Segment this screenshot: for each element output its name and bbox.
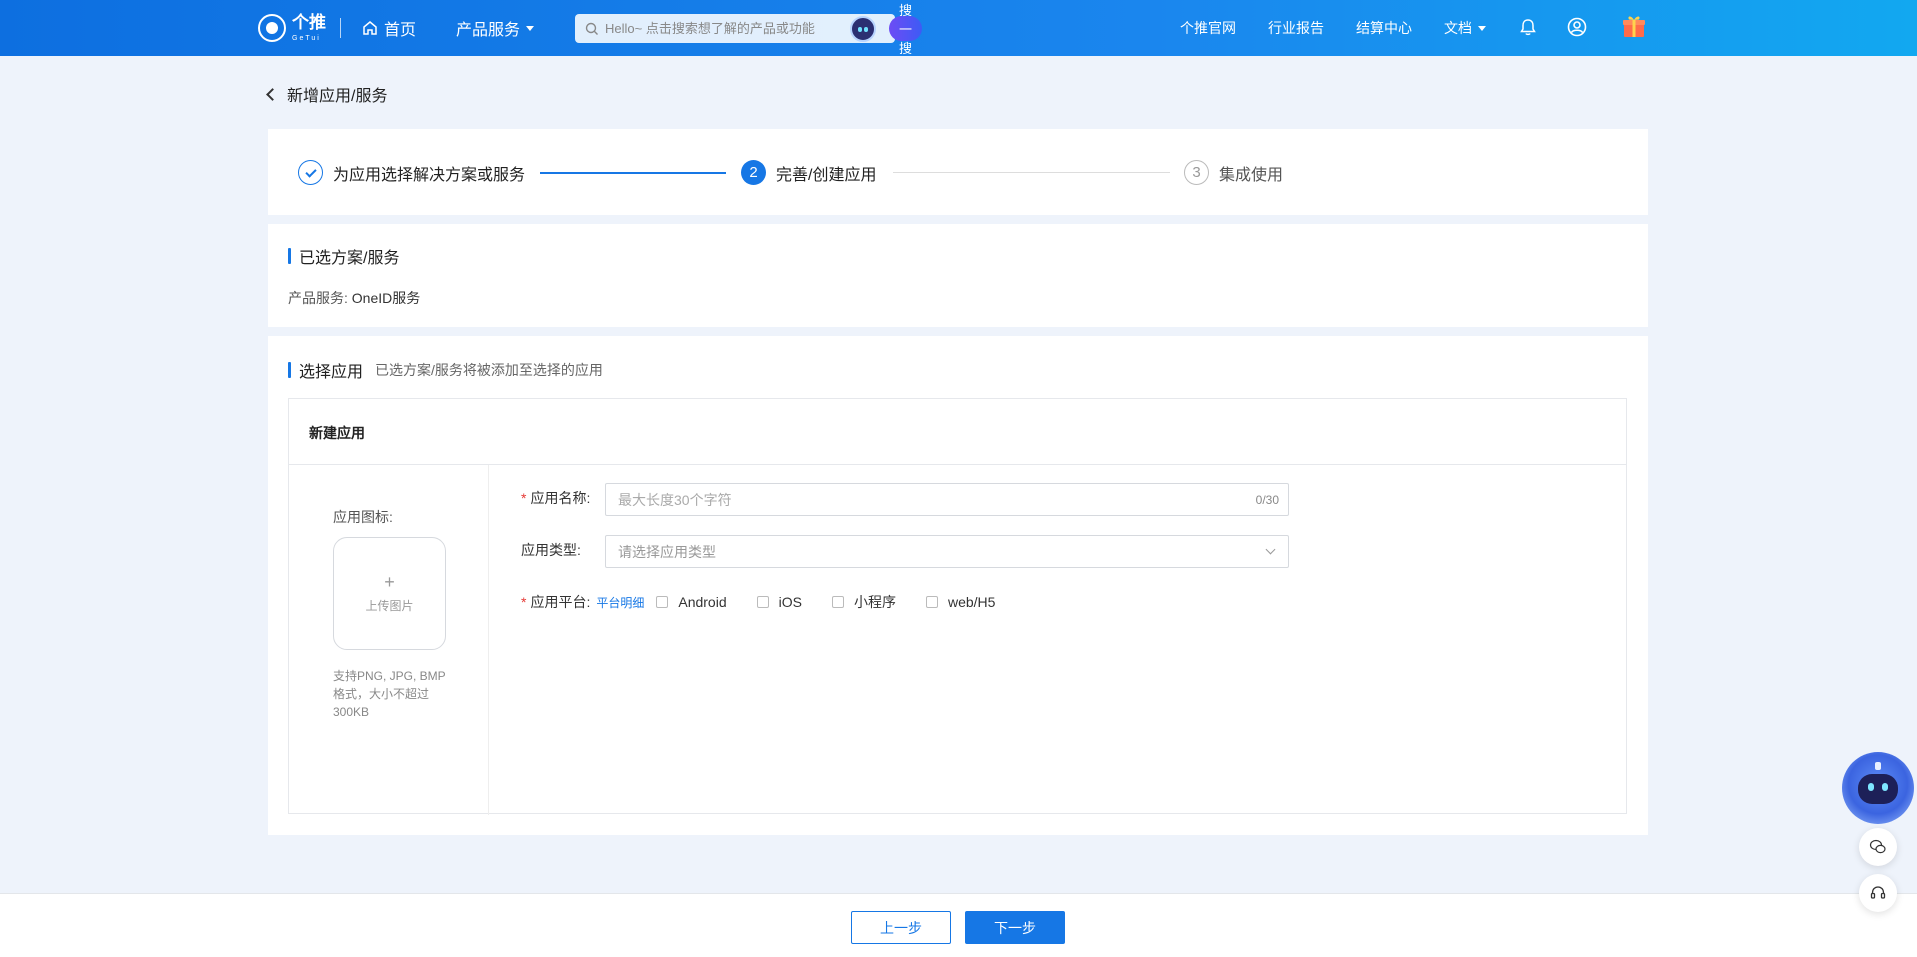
selected-title-text: 已选方案/服务 (299, 250, 400, 267)
upload-image-label: 上传图片 (365, 599, 414, 613)
step-1-label: 为应用选择解决方案或服务 (333, 166, 526, 184)
gift-icon[interactable] (1621, 13, 1647, 39)
customer-service-button[interactable] (1859, 874, 1897, 912)
app-platform-label: 应用平台: (530, 594, 591, 610)
selected-solutions-card: 已选方案/服务 产品服务: OneID服务 (268, 224, 1648, 327)
app-platform-row: * 应用平台: 平台明细 Android iOS 小程序 web/H5 (521, 592, 1013, 612)
chevron-left-icon (266, 87, 279, 101)
nav-products-dropdown[interactable]: 产品服务 (456, 16, 535, 40)
step-3-label: 集成使用 (1219, 166, 1284, 184)
chevron-down-icon (1265, 544, 1276, 555)
app-type-select[interactable]: 请选择应用类型 (605, 535, 1289, 568)
link-billing-center[interactable]: 结算中心 (1356, 18, 1412, 38)
top-navbar: 个推 GeTui 首页 产品服务 搜一搜 个推官网 行业报告 结算中心 文档 (0, 0, 1917, 56)
step-connector-1 (540, 172, 726, 174)
nav-products-label: 产品服务 (456, 22, 521, 39)
back-link[interactable]: 新增应用/服务 (266, 82, 388, 106)
previous-step-button[interactable]: 上一步 (851, 911, 951, 944)
step-connector-2 (893, 172, 1170, 173)
next-step-button[interactable]: 下一步 (965, 911, 1065, 944)
docs-label: 文档 (1444, 20, 1472, 36)
page-title: 新增应用/服务 (287, 88, 388, 105)
link-industry-report[interactable]: 行业报告 (1268, 18, 1324, 38)
top-links: 个推官网 行业报告 结算中心 文档 (1180, 18, 1486, 38)
step-1: 为应用选择解决方案或服务 (298, 160, 525, 185)
ai-assistant-robot-icon[interactable] (1842, 752, 1914, 824)
link-official-site[interactable]: 个推官网 (1180, 18, 1236, 38)
step-3-number: 3 (1184, 160, 1209, 185)
checkbox-android[interactable]: Android (656, 594, 727, 610)
upload-hint: 支持PNG, JPG, BMP格式，大小不超过300KB (333, 669, 446, 719)
plus-icon: + (384, 572, 395, 592)
app-name-row: * 应用名称: (521, 488, 590, 508)
bottom-action-bar: 上一步 下一步 (0, 893, 1917, 957)
select-app-title-text: 选择应用 (299, 364, 364, 381)
search-icon (585, 22, 598, 35)
checkbox-box (656, 596, 669, 608)
step-2-label: 完善/创建应用 (776, 166, 877, 184)
app-name-label: 应用名称: (530, 490, 591, 506)
platform-details-link[interactable]: 平台明细 (596, 594, 644, 611)
required-marker: * (521, 490, 527, 506)
steps-card: 为应用选择解决方案或服务 2 完善/创建应用 3 集成使用 (268, 129, 1648, 215)
logo-subtext: GeTui (292, 34, 321, 42)
search-button[interactable]: 搜一搜 (889, 3, 923, 56)
docs-dropdown[interactable]: 文档 (1444, 18, 1486, 38)
check-icon (298, 160, 323, 185)
logo-wordmark: 个推 GeTui (292, 12, 326, 42)
logo-mark-icon (258, 14, 286, 42)
step-3: 3 集成使用 (1184, 160, 1283, 185)
wechat-icon (1869, 839, 1886, 854)
search-box: 搜一搜 (575, 3, 923, 56)
robot-mascot-icon (850, 16, 876, 42)
app-name-field: 0/30 (605, 483, 1289, 516)
caret-down-icon (1478, 25, 1486, 31)
tab-new-app[interactable]: 新建应用 (289, 399, 1626, 465)
wechat-button[interactable] (1859, 828, 1897, 866)
app-type-row: 应用类型: (521, 540, 581, 560)
home-icon (363, 21, 377, 35)
app-name-counter: 0/30 (1255, 492, 1279, 507)
step-2: 2 完善/创建应用 (741, 160, 876, 185)
app-type-label: 应用类型: (521, 542, 581, 558)
app-icon-label: 应用图标: (333, 509, 393, 525)
upload-image-button[interactable]: + 上传图片 (333, 537, 446, 650)
checkbox-android-label: Android (678, 594, 727, 610)
product-label: 产品服务: (288, 290, 348, 306)
product-value: OneID服务 (351, 290, 421, 306)
checkbox-box (831, 596, 844, 608)
bell-icon[interactable] (1517, 16, 1539, 38)
nav-home[interactable]: 首页 (362, 16, 416, 40)
logo-text: 个推 (292, 12, 326, 32)
checkbox-box (756, 596, 769, 608)
checkbox-mini-program-label: 小程序 (853, 594, 896, 610)
checkbox-ios-label: iOS (778, 594, 802, 610)
robot-antenna (1875, 762, 1881, 770)
headset-icon (1870, 886, 1886, 899)
robot-face (1858, 774, 1898, 804)
search-input[interactable] (605, 21, 845, 36)
nav-home-label: 首页 (384, 22, 417, 39)
selected-product: 产品服务: OneID服务 (288, 288, 420, 308)
app-name-input[interactable] (618, 491, 1218, 508)
getui-logo[interactable]: 个推 GeTui (258, 14, 326, 42)
select-app-subtitle: 已选方案/服务将被添加至选择的应用 (375, 362, 603, 378)
select-app-card: 选择应用 已选方案/服务将被添加至选择的应用 新建应用 应用图标: + 上传图片… (268, 336, 1648, 835)
checkbox-mini-program[interactable]: 小程序 (831, 592, 896, 612)
required-marker: * (521, 594, 527, 610)
checkbox-web-h5-label: web/H5 (947, 594, 996, 610)
select-app-section-title: 选择应用 已选方案/服务将被添加至选择的应用 (288, 358, 603, 382)
step-2-number: 2 (741, 160, 766, 185)
user-avatar-icon[interactable] (1566, 16, 1588, 38)
caret-down-icon (526, 25, 535, 31)
checkbox-ios[interactable]: iOS (756, 594, 802, 610)
checkbox-web-h5[interactable]: web/H5 (925, 594, 996, 610)
checkbox-box (925, 596, 938, 608)
nav-divider (340, 18, 341, 38)
app-icon-column: 应用图标: + 上传图片 支持PNG, JPG, BMP格式，大小不超过300K… (289, 465, 489, 815)
selected-section-title: 已选方案/服务 (288, 244, 399, 268)
new-app-panel: 新建应用 应用图标: + 上传图片 支持PNG, JPG, BMP格式，大小不超… (288, 398, 1627, 815)
app-type-placeholder: 请选择应用类型 (618, 543, 716, 560)
